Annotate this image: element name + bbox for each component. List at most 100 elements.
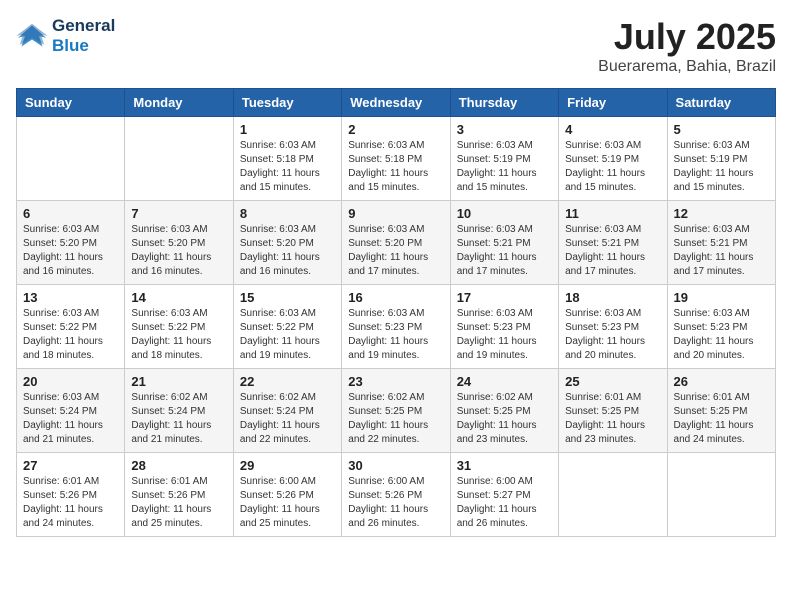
day-info: Sunrise: 6:03 AM Sunset: 5:20 PM Dayligh… (23, 223, 118, 279)
day-info: Sunrise: 6:03 AM Sunset: 5:24 PM Dayligh… (23, 391, 118, 447)
calendar-week-row: 13 Sunrise: 6:03 AM Sunset: 5:22 PM Dayli… (17, 285, 776, 369)
calendar-table: SundayMondayTuesdayWednesdayThursdayFrid… (16, 88, 776, 537)
page-title: July 2025 (598, 16, 776, 58)
calendar-cell: 26 Sunrise: 6:01 AM Sunset: 5:25 PM Dayli… (667, 369, 775, 453)
calendar-cell: 4 Sunrise: 6:03 AM Sunset: 5:19 PM Daylig… (559, 117, 667, 201)
calendar-cell: 23 Sunrise: 6:02 AM Sunset: 5:25 PM Dayli… (342, 369, 450, 453)
day-info: Sunrise: 6:03 AM Sunset: 5:23 PM Dayligh… (565, 307, 660, 363)
day-number: 16 (348, 290, 443, 305)
day-number: 26 (674, 374, 769, 389)
day-number: 12 (674, 206, 769, 221)
calendar-cell: 29 Sunrise: 6:00 AM Sunset: 5:26 PM Dayli… (233, 453, 341, 537)
day-info: Sunrise: 6:03 AM Sunset: 5:19 PM Dayligh… (565, 139, 660, 195)
day-info: Sunrise: 6:00 AM Sunset: 5:26 PM Dayligh… (348, 475, 443, 531)
title-block: July 2025 Buerarema, Bahia, Brazil (598, 16, 776, 76)
day-number: 15 (240, 290, 335, 305)
calendar-cell: 28Sunrise: 6:01 AM Sunset: 5:26 PM Dayli… (125, 453, 233, 537)
day-number: 22 (240, 374, 335, 389)
day-info: Sunrise: 6:03 AM Sunset: 5:18 PM Dayligh… (348, 139, 443, 195)
day-number: 19 (674, 290, 769, 305)
day-number: 21 (131, 374, 226, 389)
day-number: 27 (23, 458, 118, 473)
calendar-cell: 22 Sunrise: 6:02 AM Sunset: 5:24 PM Dayli… (233, 369, 341, 453)
calendar-week-row: 20 Sunrise: 6:03 AM Sunset: 5:24 PM Dayli… (17, 369, 776, 453)
weekday-header: Monday (125, 89, 233, 117)
weekday-header: Saturday (667, 89, 775, 117)
day-number: 11 (565, 206, 660, 221)
day-number: 9 (348, 206, 443, 221)
day-number: 29 (240, 458, 335, 473)
calendar-cell: 10Sunrise: 6:03 AM Sunset: 5:21 PM Dayli… (450, 201, 558, 285)
day-info: Sunrise: 6:02 AM Sunset: 5:25 PM Dayligh… (457, 391, 552, 447)
calendar-cell: 30 Sunrise: 6:00 AM Sunset: 5:26 PM Dayli… (342, 453, 450, 537)
day-number: 31 (457, 458, 552, 473)
day-info: Sunrise: 6:03 AM Sunset: 5:19 PM Dayligh… (674, 139, 769, 195)
calendar-cell: 15 Sunrise: 6:03 AM Sunset: 5:22 PM Dayli… (233, 285, 341, 369)
day-number: 30 (348, 458, 443, 473)
day-number: 2 (348, 122, 443, 137)
day-info: Sunrise: 6:03 AM Sunset: 5:23 PM Dayligh… (457, 307, 552, 363)
day-info: Sunrise: 6:01 AM Sunset: 5:25 PM Dayligh… (565, 391, 660, 447)
calendar-cell: 13 Sunrise: 6:03 AM Sunset: 5:22 PM Dayli… (17, 285, 125, 369)
day-number: 6 (23, 206, 118, 221)
day-info: Sunrise: 6:03 AM Sunset: 5:22 PM Dayligh… (23, 307, 118, 363)
day-number: 23 (348, 374, 443, 389)
day-info: Sunrise: 6:03 AM Sunset: 5:20 PM Dayligh… (348, 223, 443, 279)
calendar-cell: 17 Sunrise: 6:03 AM Sunset: 5:23 PM Dayli… (450, 285, 558, 369)
calendar-cell: 31 Sunrise: 6:00 AM Sunset: 5:27 PM Dayli… (450, 453, 558, 537)
day-number: 8 (240, 206, 335, 221)
calendar-cell: 3Sunrise: 6:03 AM Sunset: 5:19 PM Daylig… (450, 117, 558, 201)
logo-icon (16, 22, 48, 50)
logo: General Blue (16, 16, 115, 55)
day-info: Sunrise: 6:00 AM Sunset: 5:27 PM Dayligh… (457, 475, 552, 531)
day-info: Sunrise: 6:00 AM Sunset: 5:26 PM Dayligh… (240, 475, 335, 531)
weekday-header: Friday (559, 89, 667, 117)
day-info: Sunrise: 6:02 AM Sunset: 5:24 PM Dayligh… (131, 391, 226, 447)
day-info: Sunrise: 6:01 AM Sunset: 5:26 PM Dayligh… (23, 475, 118, 531)
calendar-cell: 24 Sunrise: 6:02 AM Sunset: 5:25 PM Dayli… (450, 369, 558, 453)
day-number: 7 (131, 206, 226, 221)
logo-text-blue: Blue (52, 36, 115, 56)
day-info: Sunrise: 6:02 AM Sunset: 5:25 PM Dayligh… (348, 391, 443, 447)
day-info: Sunrise: 6:03 AM Sunset: 5:19 PM Dayligh… (457, 139, 552, 195)
calendar-header-row: SundayMondayTuesdayWednesdayThursdayFrid… (17, 89, 776, 117)
day-info: Sunrise: 6:03 AM Sunset: 5:21 PM Dayligh… (674, 223, 769, 279)
day-info: Sunrise: 6:03 AM Sunset: 5:23 PM Dayligh… (674, 307, 769, 363)
day-number: 14 (131, 290, 226, 305)
calendar-cell: 1Sunrise: 6:03 AM Sunset: 5:18 PM Daylig… (233, 117, 341, 201)
day-info: Sunrise: 6:03 AM Sunset: 5:21 PM Dayligh… (565, 223, 660, 279)
calendar-cell: 27 Sunrise: 6:01 AM Sunset: 5:26 PM Dayli… (17, 453, 125, 537)
day-number: 28 (131, 458, 226, 473)
calendar-week-row: 27 Sunrise: 6:01 AM Sunset: 5:26 PM Dayli… (17, 453, 776, 537)
day-info: Sunrise: 6:03 AM Sunset: 5:20 PM Dayligh… (131, 223, 226, 279)
weekday-header: Sunday (17, 89, 125, 117)
day-info: Sunrise: 6:03 AM Sunset: 5:20 PM Dayligh… (240, 223, 335, 279)
calendar-cell: 16 Sunrise: 6:03 AM Sunset: 5:23 PM Dayli… (342, 285, 450, 369)
calendar-cell: 20 Sunrise: 6:03 AM Sunset: 5:24 PM Dayli… (17, 369, 125, 453)
day-number: 17 (457, 290, 552, 305)
weekday-header: Thursday (450, 89, 558, 117)
calendar-cell: 7 Sunrise: 6:03 AM Sunset: 5:20 PM Daylig… (125, 201, 233, 285)
day-info: Sunrise: 6:03 AM Sunset: 5:22 PM Dayligh… (131, 307, 226, 363)
day-number: 20 (23, 374, 118, 389)
calendar-cell: 5 Sunrise: 6:03 AM Sunset: 5:19 PM Daylig… (667, 117, 775, 201)
calendar-cell: 14 Sunrise: 6:03 AM Sunset: 5:22 PM Dayli… (125, 285, 233, 369)
day-info: Sunrise: 6:03 AM Sunset: 5:23 PM Dayligh… (348, 307, 443, 363)
day-number: 4 (565, 122, 660, 137)
calendar-week-row: 6 Sunrise: 6:03 AM Sunset: 5:20 PM Daylig… (17, 201, 776, 285)
calendar-cell (17, 117, 125, 201)
calendar-week-row: 1Sunrise: 6:03 AM Sunset: 5:18 PM Daylig… (17, 117, 776, 201)
calendar-cell: 19 Sunrise: 6:03 AM Sunset: 5:23 PM Dayli… (667, 285, 775, 369)
day-info: Sunrise: 6:03 AM Sunset: 5:22 PM Dayligh… (240, 307, 335, 363)
day-number: 24 (457, 374, 552, 389)
page-header: General Blue July 2025 Buerarema, Bahia,… (16, 16, 776, 76)
day-info: Sunrise: 6:02 AM Sunset: 5:24 PM Dayligh… (240, 391, 335, 447)
weekday-header: Wednesday (342, 89, 450, 117)
day-number: 5 (674, 122, 769, 137)
day-number: 13 (23, 290, 118, 305)
calendar-cell (125, 117, 233, 201)
calendar-cell: 2 Sunrise: 6:03 AM Sunset: 5:18 PM Daylig… (342, 117, 450, 201)
calendar-cell: 11 Sunrise: 6:03 AM Sunset: 5:21 PM Dayli… (559, 201, 667, 285)
day-info: Sunrise: 6:01 AM Sunset: 5:25 PM Dayligh… (674, 391, 769, 447)
day-number: 18 (565, 290, 660, 305)
